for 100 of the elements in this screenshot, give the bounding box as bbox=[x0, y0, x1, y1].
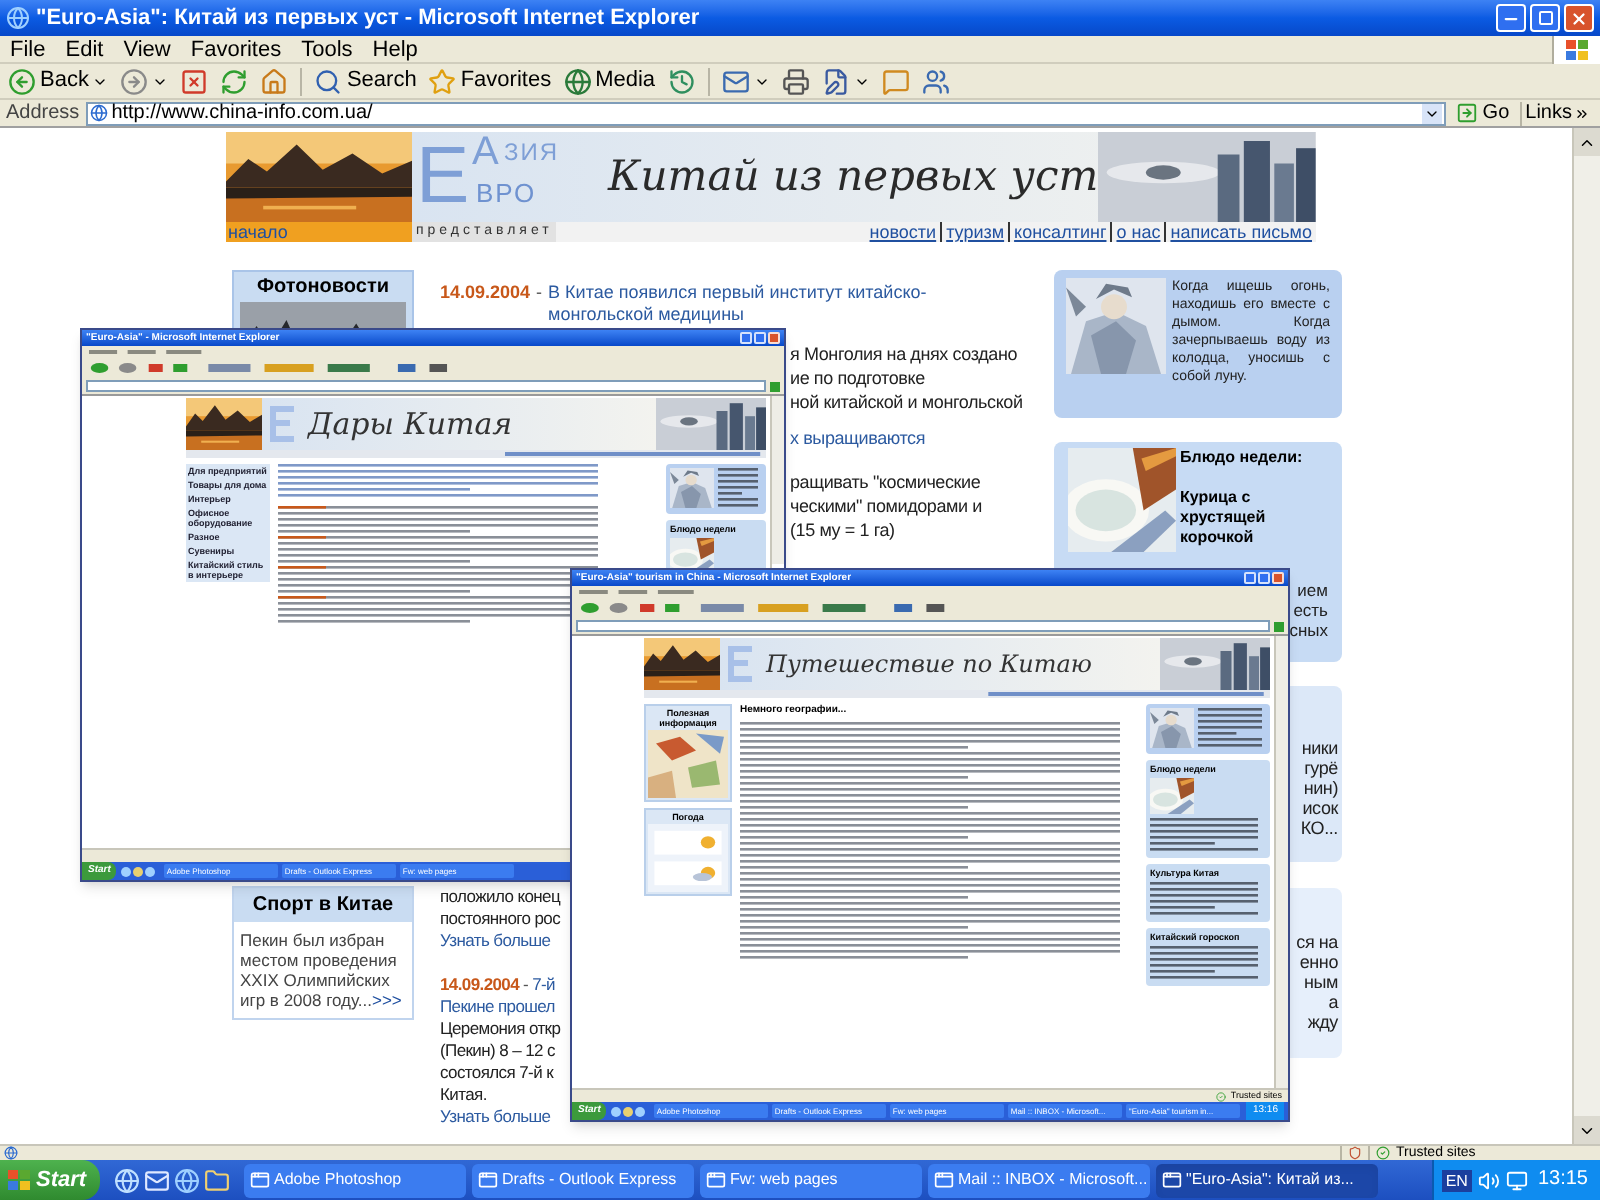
text-lines-drawing bbox=[1150, 946, 1258, 982]
home-icon bbox=[260, 67, 289, 95]
close-button[interactable] bbox=[768, 332, 780, 344]
panel-text: а bbox=[1328, 992, 1338, 1012]
panel-text: есть bbox=[1293, 600, 1328, 620]
menu-item[interactable]: File bbox=[0, 35, 56, 63]
scroll-down-button[interactable] bbox=[1574, 1116, 1600, 1144]
news-text: ращивать "космические bbox=[790, 470, 981, 494]
browser-icon bbox=[6, 6, 30, 30]
news-text: ческими" помидорами и bbox=[790, 494, 982, 518]
news-text: Китая. bbox=[440, 1084, 487, 1106]
news-text: постоянного рос bbox=[440, 908, 561, 930]
speaker-icon[interactable] bbox=[1477, 1169, 1500, 1191]
news-date: 14.09.2004 bbox=[440, 974, 520, 996]
panel-text: нин) bbox=[1303, 778, 1338, 798]
separator: - bbox=[534, 282, 545, 304]
maximize-button[interactable] bbox=[1258, 572, 1270, 584]
news-text: ной китайской и монгольской bbox=[790, 390, 1023, 414]
maximize-button[interactable] bbox=[1530, 4, 1560, 32]
home-link[interactable]: начало bbox=[226, 222, 412, 242]
go-button[interactable] bbox=[770, 381, 780, 391]
back-icon bbox=[8, 67, 36, 95]
chevron-icon bbox=[1574, 105, 1590, 121]
taskbar-button[interactable]: Mail :: INBOX - Microsoft... bbox=[928, 1163, 1150, 1197]
panel-text: ным bbox=[1303, 972, 1338, 992]
globe-icon[interactable] bbox=[174, 1167, 200, 1193]
dropdown-button[interactable] bbox=[1422, 103, 1443, 123]
minimize-button[interactable] bbox=[1244, 572, 1256, 584]
panel-text: Пекин был избран местом проведения XXIX Олимпийских игр в 2008 году...>>> bbox=[238, 928, 404, 1014]
panel-text: сных bbox=[1289, 620, 1328, 640]
nav-link[interactable]: о нас bbox=[1110, 222, 1165, 242]
go-button[interactable]: Go bbox=[1452, 101, 1514, 125]
print-button[interactable] bbox=[777, 64, 814, 98]
discuss-icon bbox=[881, 67, 910, 95]
search-button[interactable]: Search bbox=[310, 64, 421, 98]
minimize-button[interactable] bbox=[740, 332, 752, 344]
news-headline-link[interactable]: х выращиваются bbox=[790, 426, 926, 450]
text-lines-drawing bbox=[1150, 882, 1258, 918]
taskbar-button[interactable]: Drafts - Outlook Express bbox=[472, 1163, 694, 1197]
taskbar-button[interactable]: Fw: web pages bbox=[700, 1163, 922, 1197]
logo-icon bbox=[726, 644, 754, 684]
more-link[interactable]: Узнать больше bbox=[440, 930, 551, 952]
page-icon bbox=[4, 1146, 18, 1160]
network-icon[interactable] bbox=[1505, 1169, 1528, 1191]
nav-link[interactable]: консалтинг bbox=[1008, 222, 1111, 242]
text-lines-drawing bbox=[1150, 818, 1258, 854]
panel-title: Спорт в Китае bbox=[234, 888, 412, 922]
panel-title: Блюдо недели: bbox=[1180, 448, 1305, 468]
mail-icon[interactable] bbox=[144, 1167, 170, 1193]
discuss-button[interactable] bbox=[877, 64, 914, 98]
globe-icon[interactable] bbox=[114, 1167, 140, 1193]
window-icon bbox=[478, 1170, 498, 1190]
panel-text: ием bbox=[1297, 580, 1328, 600]
separator: - bbox=[521, 974, 531, 996]
nav-link[interactable]: туризм bbox=[940, 222, 1009, 242]
menu-item[interactable]: Edit bbox=[55, 35, 114, 63]
news-headline-link[interactable]: 7-й bbox=[532, 974, 555, 996]
news-date: 14.09.2004 bbox=[440, 282, 531, 304]
taskbar-button[interactable]: "Euro-Asia": Китай из... bbox=[1156, 1163, 1378, 1197]
menu-item[interactable]: Tools bbox=[291, 35, 363, 63]
panel-text: гурё bbox=[1304, 758, 1338, 778]
more-link[interactable]: Пекине прошел bbox=[440, 996, 555, 1018]
back-button[interactable]: Back bbox=[4, 64, 113, 98]
taskbar-button[interactable]: Adobe Photoshop bbox=[244, 1163, 466, 1197]
menu-item[interactable]: Favorites bbox=[180, 35, 292, 63]
menu-item[interactable]: Help bbox=[362, 35, 428, 63]
language-indicator[interactable]: EN bbox=[1441, 1169, 1472, 1191]
menu-item[interactable]: View bbox=[113, 35, 181, 63]
panel-text: ся на bbox=[1296, 932, 1338, 952]
globe-icon bbox=[563, 67, 592, 95]
messenger-button[interactable] bbox=[917, 64, 954, 98]
go-button[interactable] bbox=[1274, 621, 1284, 631]
page-icon bbox=[89, 104, 108, 122]
close-button[interactable] bbox=[1272, 572, 1284, 584]
nav-link[interactable]: написать письмо bbox=[1164, 222, 1316, 242]
news-text: состоялся 7-й к bbox=[440, 1062, 554, 1084]
address-label: Address bbox=[6, 101, 80, 125]
more-link[interactable]: >>> bbox=[371, 990, 402, 1010]
window-title: "Euro-Asia": Китай из первых уст - Microsoft Internet Explorer bbox=[36, 3, 700, 34]
logo-letter: А bbox=[472, 132, 499, 172]
maximize-button[interactable] bbox=[754, 332, 766, 344]
more-link[interactable]: Узнать больше bbox=[440, 1106, 551, 1128]
news-headline-link[interactable]: В Китае появился первый институт китайско-монгольской медицины bbox=[548, 282, 1030, 326]
news-text: (Пекин) 8 – 12 с bbox=[440, 1040, 555, 1062]
logo-letter: Е bbox=[416, 136, 470, 216]
panel-text: жду bbox=[1307, 1012, 1338, 1032]
media-button[interactable]: Media bbox=[559, 64, 660, 98]
text-lines-drawing bbox=[1198, 708, 1262, 750]
folder-icon[interactable] bbox=[204, 1167, 230, 1193]
news-text: ие по подготовке bbox=[790, 366, 925, 390]
nav-link[interactable]: новости bbox=[865, 222, 941, 242]
minimize-button[interactable] bbox=[1496, 4, 1526, 32]
favorites-button[interactable]: Favorites bbox=[424, 64, 556, 98]
panel-text: енно bbox=[1299, 952, 1338, 972]
address-field[interactable]: http://www.china-info.com.ua/ bbox=[85, 101, 1447, 125]
panel-text: исок bbox=[1302, 798, 1338, 818]
scroll-up-button[interactable] bbox=[1574, 128, 1600, 156]
close-icon bbox=[1570, 9, 1588, 27]
close-button[interactable] bbox=[1564, 4, 1594, 32]
forward-icon bbox=[120, 67, 149, 95]
